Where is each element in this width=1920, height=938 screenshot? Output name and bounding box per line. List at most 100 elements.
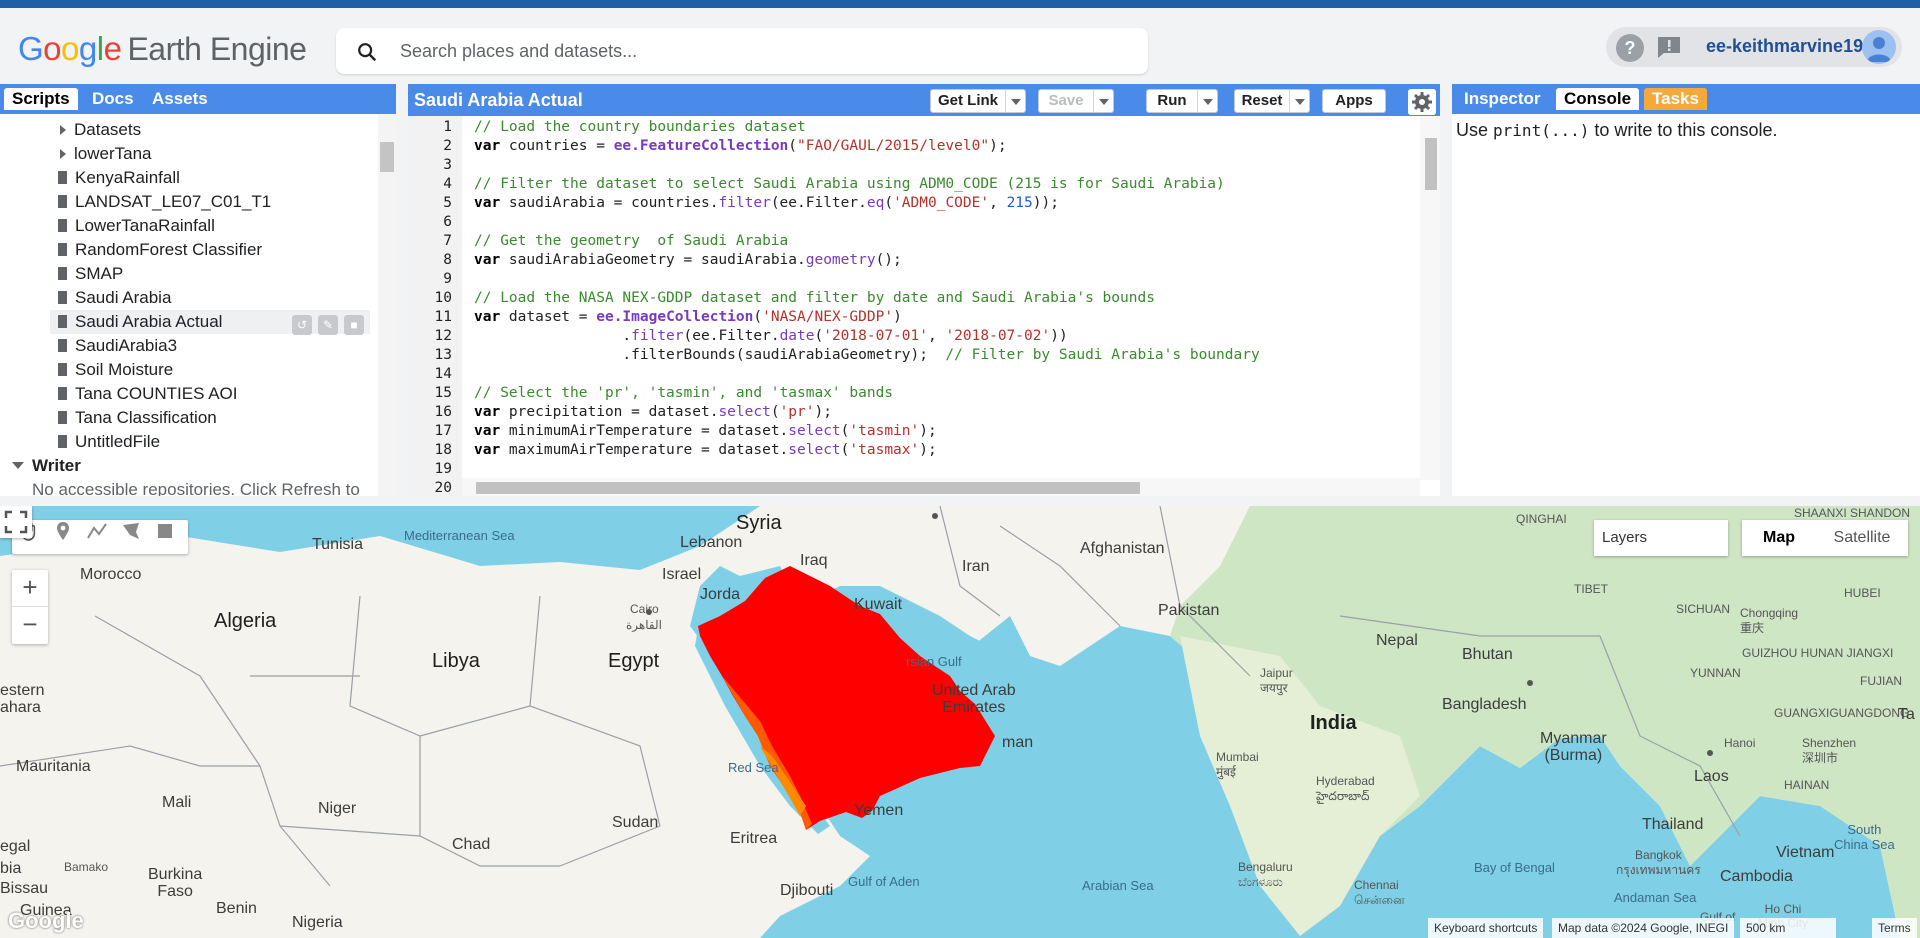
search-box[interactable] [336,28,1148,74]
map-label: Mediterranean Sea [404,528,515,543]
code-line[interactable]: 3 [408,156,1420,175]
tree-file-selected[interactable]: Saudi Arabia Actual ↺ ✎ ■ [50,310,370,335]
map-type-map[interactable]: Map [1742,520,1816,556]
code-line[interactable]: 7 // Get the geometry of Saudi Arabia [408,232,1420,251]
polygon-icon[interactable] [120,520,142,542]
rectangle-icon[interactable] [154,520,176,542]
tab-tasks[interactable]: Tasks [1644,88,1707,110]
code-line[interactable]: 16 var precipitation = dataset.select('pr… [408,403,1420,422]
tab-inspector[interactable]: Inspector [1456,88,1549,110]
tab-assets[interactable]: Assets [144,88,216,110]
code-line[interactable]: 5 var saudiArabia = countries.filter(ee.F… [408,194,1420,213]
code-line[interactable]: 12 .filter(ee.Filter.date('2018-07-01', … [408,327,1420,346]
code-line[interactable]: 13 .filterBounds(saudiArabiaGeometry); /… [408,346,1420,365]
account-name[interactable]: ee-keithmarvine19 [1706,36,1863,57]
code-line[interactable]: 9 [408,270,1420,289]
reset-button[interactable]: Reset [1234,89,1310,113]
map-label: Jaipur जयपुर [1260,666,1293,695]
editor-toolbar: Saudi Arabia Actual Get Link Save Run Re… [408,84,1440,116]
map-view[interactable]: Syria Lebanon Tunisia Mediterranean Sea … [0,506,1920,938]
tree-file[interactable]: RandomForest Classifier [58,238,262,262]
map-label: Red Sea [728,760,779,775]
get-link-button[interactable]: Get Link [930,89,1026,113]
code-line[interactable]: 10 // Load the NASA NEX-GDDP dataset and … [408,289,1420,308]
keyboard-shortcuts-link[interactable]: Keyboard shortcuts [1428,918,1544,938]
fullscreen-icon[interactable] [0,506,32,538]
delete-icon[interactable]: ■ [344,315,364,335]
line-number: 5 [443,195,452,211]
edit-icon[interactable]: ✎ [318,315,338,335]
code-line[interactable]: 2 var countries = ee.FeatureCollection("F… [408,137,1420,156]
scroll-thumb[interactable] [380,142,394,172]
tab-docs[interactable]: Docs [84,88,142,110]
layers-button[interactable]: Layers [1594,520,1728,556]
scale-bar: 500 km [1740,918,1836,938]
code-area[interactable]: 1 // Load the country boundaries dataset 2… [408,116,1440,496]
search-input[interactable] [400,38,1120,64]
script-tree: Datasets lowerTana KenyaRainfall LANDSAT… [0,114,378,496]
tree-file[interactable]: SMAP [58,262,123,286]
help-icon[interactable]: ? [1616,34,1644,62]
avatar[interactable] [1862,30,1896,64]
chevron-down-icon[interactable] [1289,90,1309,112]
code-line[interactable]: 19 [408,460,1420,479]
tree-file[interactable]: Soil Moisture [58,358,173,382]
code-line[interactable]: 18 var maximumAirTemperature = dataset.se… [408,441,1420,460]
chevron-down-icon[interactable] [1197,90,1217,112]
left-scrollbar[interactable] [378,114,396,496]
code-line[interactable]: 14 [408,365,1420,384]
map-label: Syria [736,512,782,534]
gear-icon[interactable] [1408,89,1436,115]
code-line[interactable]: 1 // Load the country boundaries dataset [408,118,1420,137]
feedback-icon[interactable] [1656,35,1682,59]
zoom-in-button[interactable]: + [12,570,48,606]
tab-console[interactable]: Console [1556,88,1640,110]
tree-file[interactable]: Saudi Arabia [58,286,171,310]
apps-button[interactable]: Apps [1322,89,1386,113]
map-label: Bhutan [1462,646,1513,663]
map-type-satellite[interactable]: Satellite [1816,520,1908,556]
tree-file[interactable]: LANDSAT_LE07_C01_T1 [58,190,271,214]
code-line[interactable]: 6 [408,213,1420,232]
history-icon[interactable]: ↺ [292,315,312,335]
terms-link[interactable]: Terms [1872,918,1917,938]
editor-horizontal-scrollbar[interactable] [462,478,1420,496]
city-dot [932,513,938,519]
code-line[interactable]: 11 var dataset = ee.ImageCollection('NASA… [408,308,1420,327]
tree-file[interactable]: LowerTanaRainfall [58,214,215,238]
tree-file[interactable]: KenyaRainfall [58,166,180,190]
tree-file[interactable]: Tana Classification [58,406,217,430]
code-line[interactable]: 15 // Select the 'pr', 'tasmin', and 'tas… [408,384,1420,403]
code-line[interactable]: 4 // Filter the dataset to select Saudi A… [408,175,1420,194]
tab-scripts[interactable]: Scripts [4,88,78,110]
map-label: egal [0,838,31,855]
code-line[interactable]: 8 var saudiArabiaGeometry = saudiArabia.g… [408,251,1420,270]
tree-file[interactable]: Tana COUNTIES AOI [58,382,238,406]
earth-engine-logo[interactable]: Google Earth Engine [18,30,307,68]
map-label: Myanmar (Burma) [1540,730,1607,764]
map-splitter[interactable] [0,496,1920,506]
tree-file[interactable]: UntitledFile [58,430,160,454]
splitter-right[interactable] [1440,84,1452,496]
map-label: Mauritania [16,758,91,775]
splitter-left[interactable] [396,84,408,496]
chevron-down-icon[interactable] [1005,90,1025,112]
editor-vertical-scrollbar[interactable] [1420,116,1440,480]
file-icon [58,243,67,256]
zoom-out-button[interactable]: − [12,606,48,642]
run-button[interactable]: Run [1146,89,1218,113]
chevron-down-icon[interactable] [1093,90,1113,112]
line-number: 15 [434,385,452,401]
line-icon[interactable] [86,520,108,542]
scroll-thumb[interactable] [476,482,1140,494]
tree-folder-datasets[interactable]: Datasets [60,118,141,142]
tree-folder-lowertana[interactable]: lowerTana [60,142,152,166]
marker-icon[interactable] [52,520,74,542]
save-button[interactable]: Save [1038,89,1114,113]
writer-section[interactable]: Writer [12,454,81,478]
map-label: South China Sea [1834,822,1895,852]
scroll-thumb[interactable] [1425,138,1437,190]
code-line[interactable]: 17 var minimumAirTemperature = dataset.se… [408,422,1420,441]
map-label: القاهرة [626,618,662,632]
tree-file[interactable]: SaudiArabia3 [58,334,177,358]
